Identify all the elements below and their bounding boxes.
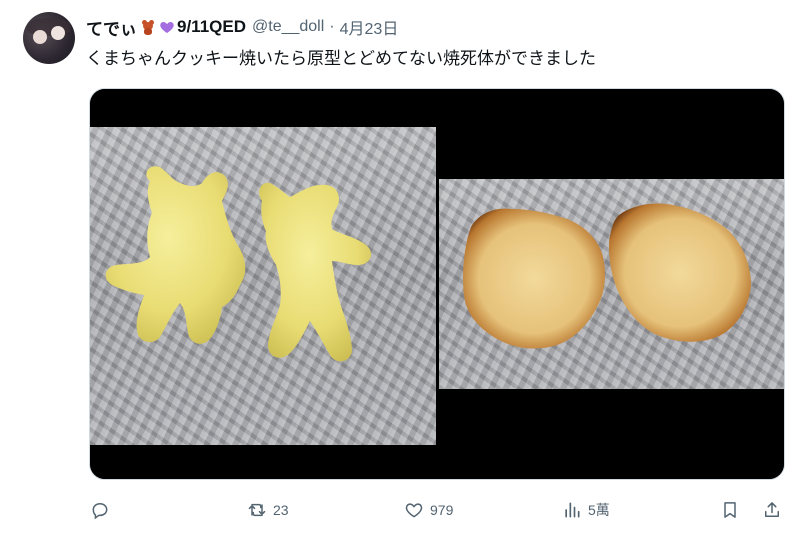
display-name[interactable]: てでぃ (86, 15, 137, 40)
photo-raw-dough[interactable] (90, 89, 436, 479)
teddy-bear-emoji-icon (141, 19, 155, 35)
share-button[interactable] (762, 496, 782, 524)
avatar[interactable] (23, 12, 75, 64)
bookmark-button[interactable] (720, 496, 740, 524)
user-handle[interactable]: @te__doll (252, 18, 324, 36)
tweet-header: てでぃ 9/11QED @te__doll · 4月23日 (86, 15, 398, 39)
photo-baked-cookies[interactable] (439, 89, 784, 479)
separator-dot: · (329, 18, 335, 35)
post-date[interactable]: 4月23日 (340, 15, 399, 39)
tweet-text: くまちゃんクッキー焼いたら原型とどめてない焼死体ができました (86, 49, 596, 68)
retweet-count: 23 (273, 502, 289, 518)
avatar-face-left (33, 30, 47, 44)
bookmark-icon (724, 502, 736, 518)
avatar-face-right (51, 26, 65, 40)
share-icon (765, 502, 779, 517)
reply-icon (92, 502, 108, 520)
raw-bear-cookies (105, 166, 372, 362)
display-name-suffix[interactable]: 9/11QED (177, 17, 246, 37)
heart-icon (405, 503, 423, 518)
like-count: 979 (430, 502, 454, 518)
like-button[interactable]: 979 (404, 496, 453, 524)
views-count: 5萬 (588, 502, 610, 518)
reply-button[interactable] (90, 496, 116, 524)
purple-heart-emoji-icon (160, 22, 174, 33)
views-chart-icon (565, 502, 580, 518)
views-button[interactable]: 5萬 (562, 496, 610, 524)
retweet-icon (248, 503, 266, 517)
baked-cookies (463, 203, 751, 349)
tweet-media[interactable] (89, 88, 785, 480)
tweet-action-bar: 23 979 5萬 (86, 496, 786, 524)
retweet-button[interactable]: 23 (247, 496, 289, 524)
